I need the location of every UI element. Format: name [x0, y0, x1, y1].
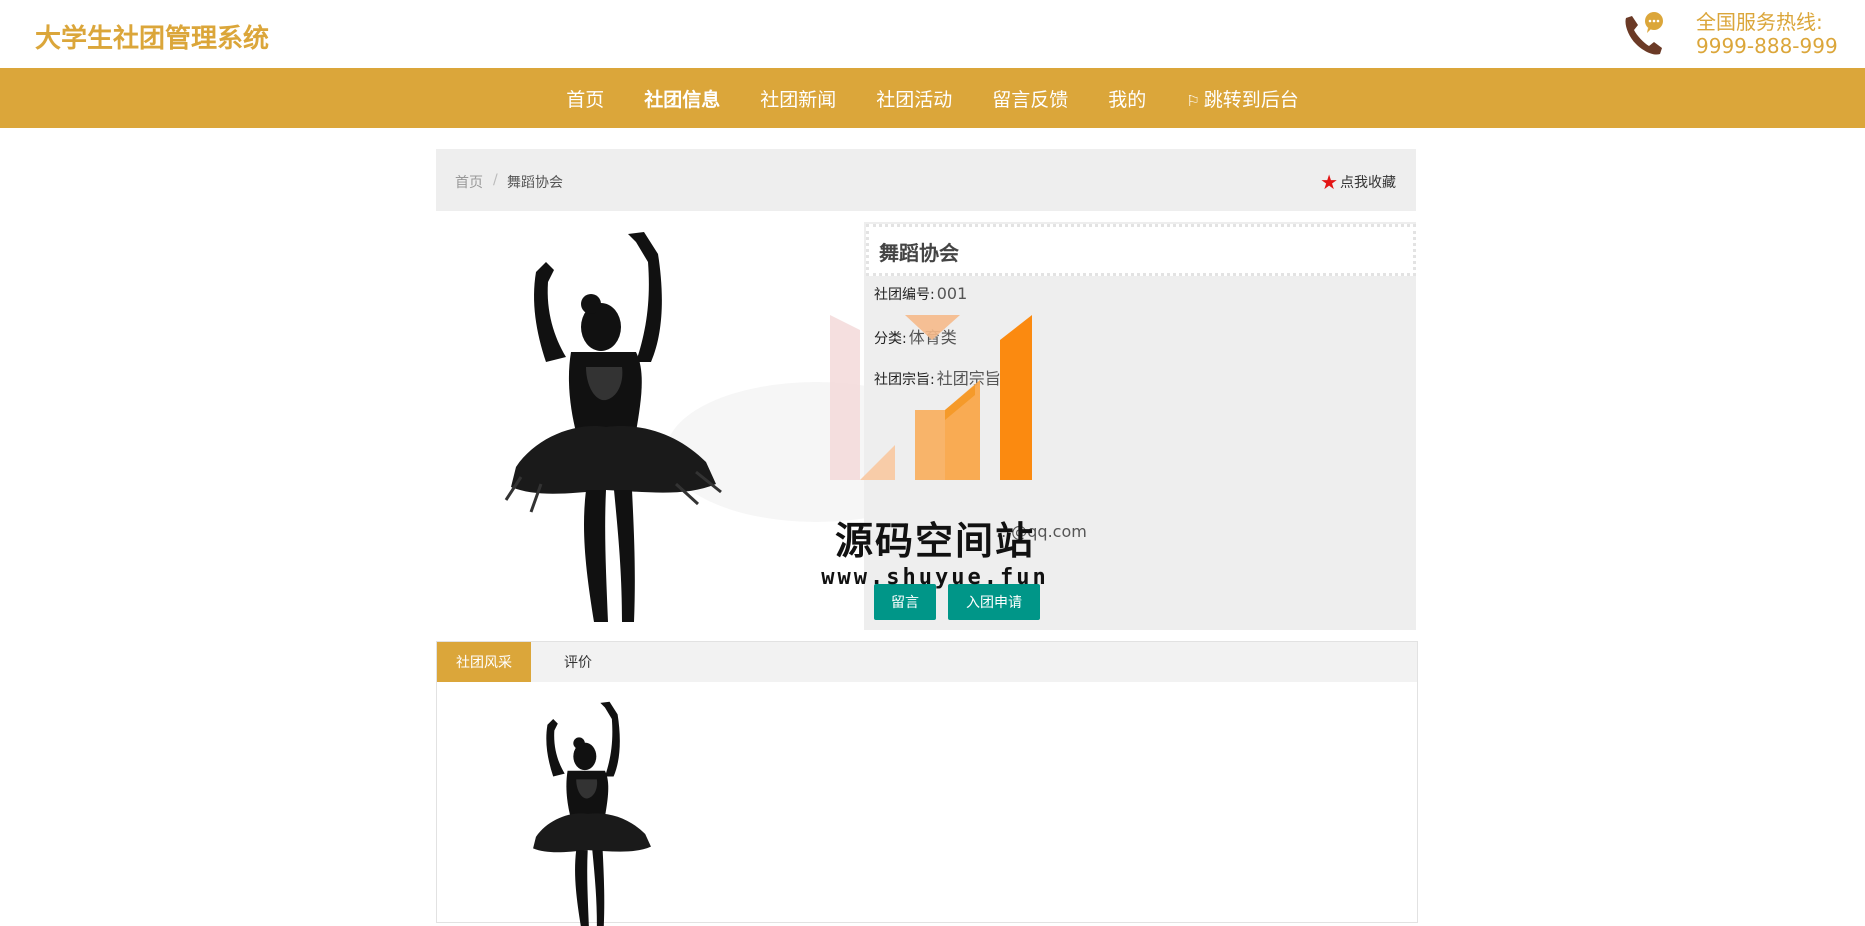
hotline-label: 全国服务热线:	[1696, 10, 1823, 34]
club-id-label: 社团编号:	[874, 287, 935, 303]
nav-home[interactable]: 首页	[566, 85, 604, 112]
club-photo	[436, 222, 966, 622]
nav-club-activities[interactable]: 社团活动	[876, 85, 952, 112]
favorite-button[interactable]: ★ 点我收藏	[1320, 170, 1396, 194]
club-category-value: 体育类	[908, 328, 957, 347]
nav-club-news[interactable]: 社团新闻	[760, 85, 836, 112]
tab-content	[436, 682, 1418, 926]
site-title[interactable]: 大学生社团管理系统	[35, 18, 269, 55]
star-icon: ★	[1320, 170, 1338, 194]
nav-backend[interactable]: ⚐ 跳转到后台	[1186, 85, 1298, 112]
club-category-label: 分类:	[874, 331, 907, 347]
club-style-image	[533, 701, 651, 926]
club-purpose-value: 社团宗旨5	[936, 369, 1011, 388]
hotline: 全国服务热线: 9999-888-999	[1696, 10, 1838, 58]
nav-club-info[interactable]: 社团信息	[644, 85, 720, 112]
breadcrumb-separator: /	[493, 172, 498, 188]
tab-reviews[interactable]: 评价	[531, 642, 625, 682]
detail-tabs: 社团风采 评价	[436, 641, 1418, 683]
club-purpose-row: 社团宗旨: 社团宗旨5	[874, 365, 1011, 389]
phone-chat-icon	[1625, 12, 1663, 55]
favorite-label: 点我收藏	[1340, 175, 1396, 191]
nav-feedback[interactable]: 留言反馈	[992, 85, 1068, 112]
breadcrumb-current: 舞蹈协会	[507, 175, 563, 191]
watermark-text: 源码空间站	[834, 519, 1035, 563]
ballet-dancer-image	[504, 232, 966, 622]
flag-icon: ⚐	[1186, 91, 1200, 110]
club-id-value: 001	[936, 284, 968, 303]
club-purpose-label: 社团宗旨:	[874, 372, 935, 388]
club-title-box: 舞蹈协会	[866, 224, 1416, 276]
nav-mine[interactable]: 我的	[1108, 85, 1146, 112]
main-nav: 首页 社团信息 社团新闻 社团活动 留言反馈 我的 ⚐ 跳转到后台	[0, 68, 1865, 128]
club-title: 舞蹈协会	[879, 241, 959, 265]
top-header: 大学生社团管理系统 全国服务热线: 9999-888-999	[0, 0, 1865, 68]
watermark-url: www.shuyue.fun	[821, 565, 1049, 590]
breadcrumb: 首页 / 舞蹈协会 ★ 点我收藏	[436, 149, 1416, 211]
club-id-row: 社团编号: 001	[874, 284, 967, 304]
hotline-number: 9999-888-999	[1696, 34, 1838, 58]
tab-club-style[interactable]: 社团风采	[437, 642, 531, 682]
club-category-row: 分类: 体育类	[874, 324, 957, 348]
nav-backend-label: 跳转到后台	[1203, 88, 1299, 111]
breadcrumb-home[interactable]: 首页	[455, 172, 483, 192]
